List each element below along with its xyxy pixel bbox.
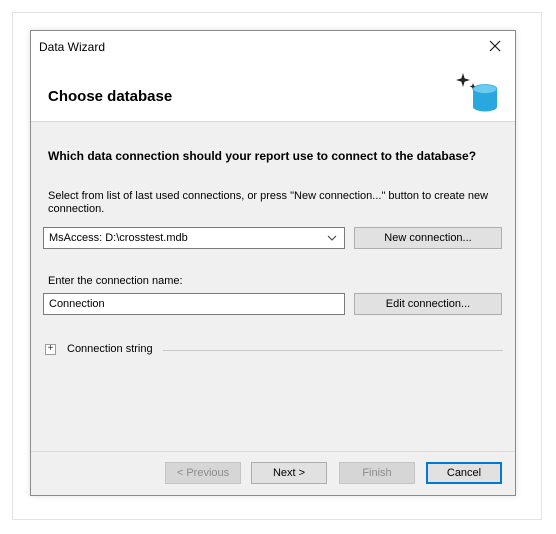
instruction-text: Select from list of last used connection… <box>48 190 489 215</box>
previous-button[interactable]: < Previous <box>165 462 241 484</box>
edit-connection-button[interactable]: Edit connection... <box>354 293 502 315</box>
page-title: Choose database <box>48 88 173 105</box>
title-bar: Data Wizard <box>31 31 515 61</box>
expand-plus-icon[interactable]: + <box>45 344 56 355</box>
connection-name-label: Enter the connection name: <box>48 275 183 287</box>
connection-name-input[interactable] <box>43 293 345 315</box>
wizard-header: Choose database <box>31 61 515 122</box>
connection-select-value: MsAccess: D:\crosstest.mdb <box>49 232 188 244</box>
database-sparkle-icon <box>456 73 498 112</box>
close-icon <box>489 40 501 52</box>
next-button[interactable]: Next > <box>251 462 327 484</box>
footer-divider <box>31 451 515 452</box>
data-wizard-dialog: Data Wizard Choose database Which data c… <box>30 30 516 496</box>
connection-string-expander[interactable]: Connection string <box>67 343 153 356</box>
connection-select[interactable]: MsAccess: D:\crosstest.mdb <box>43 227 345 249</box>
expander-divider <box>163 350 503 351</box>
cancel-button[interactable]: Cancel <box>426 462 502 484</box>
chevron-down-icon <box>327 235 337 241</box>
new-connection-button[interactable]: New connection... <box>354 227 502 249</box>
window-title: Data Wizard <box>39 40 106 54</box>
question-text: Which data connection should your report… <box>48 149 477 163</box>
close-button[interactable] <box>475 31 515 61</box>
finish-button[interactable]: Finish <box>339 462 415 484</box>
